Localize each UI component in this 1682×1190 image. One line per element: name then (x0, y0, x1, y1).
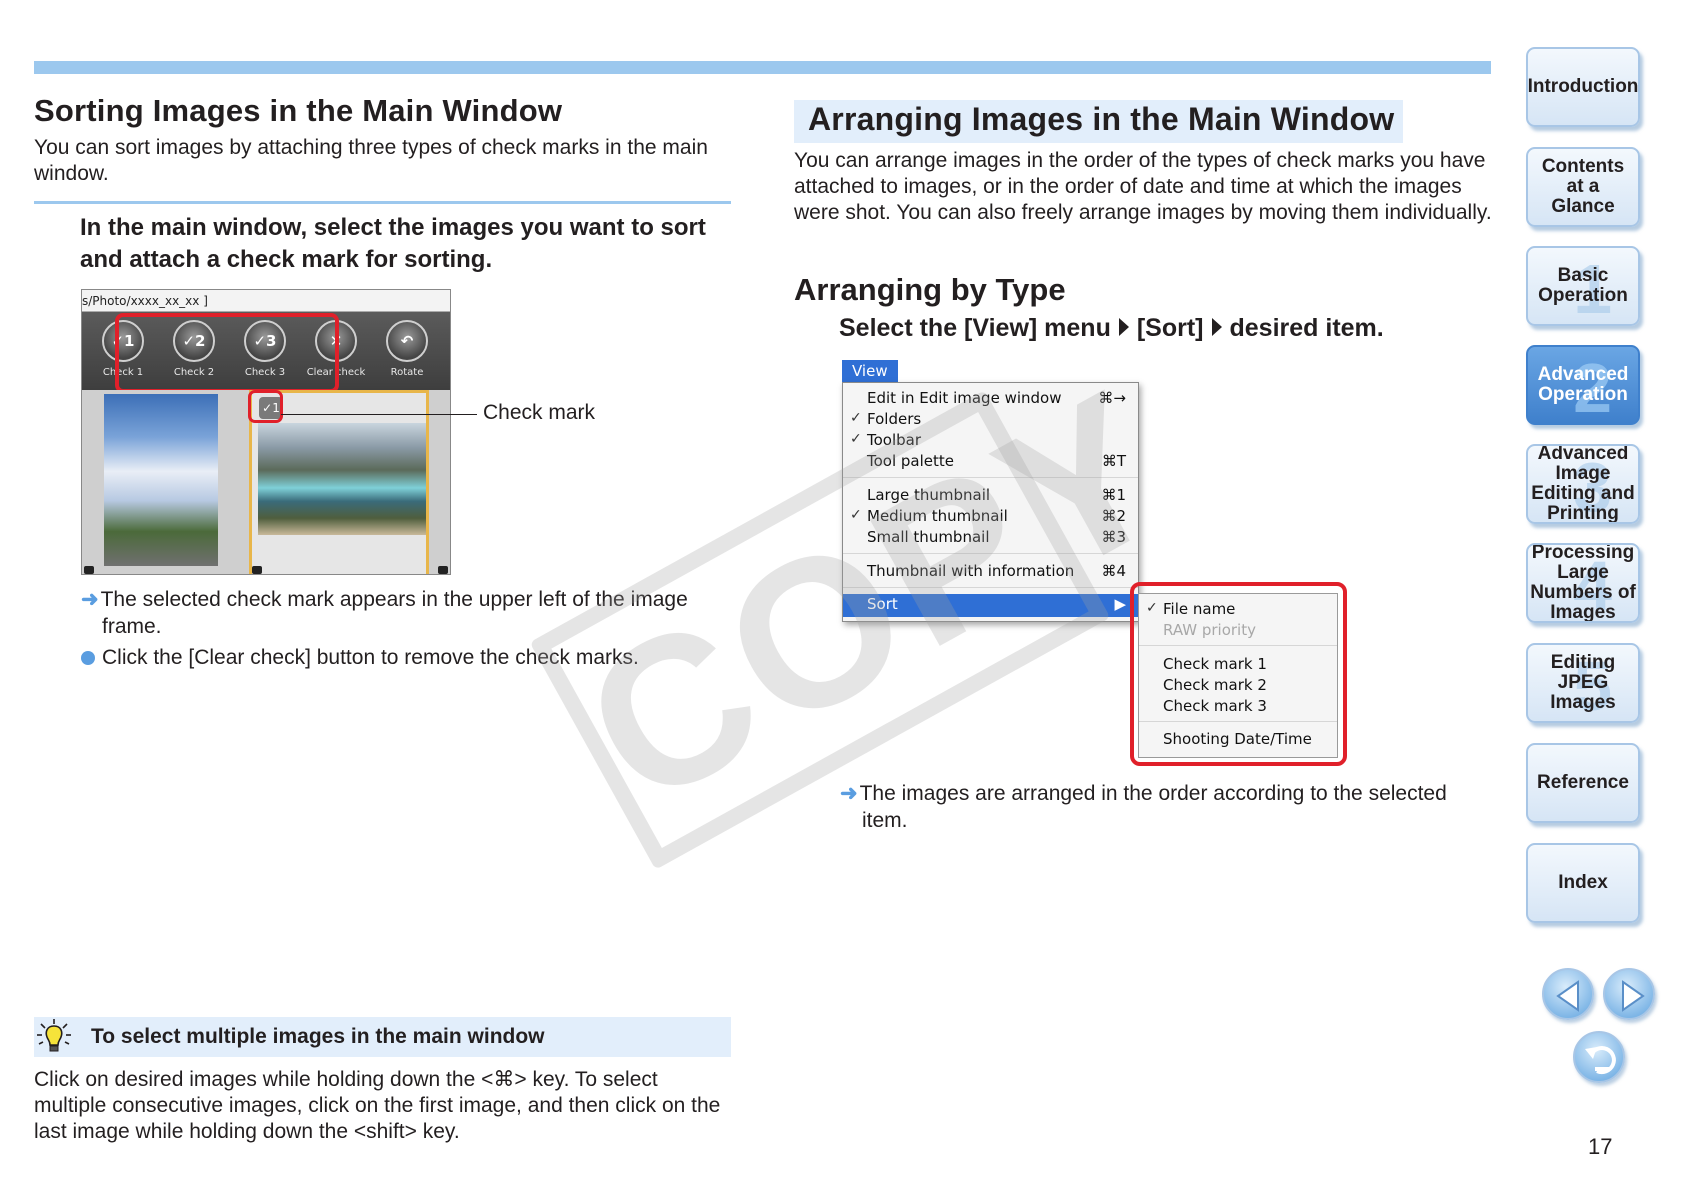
checkmark-icon: ✓ (850, 507, 862, 523)
view-menu: Edit in Edit image window ⌘→ ✓ Folders ✓ To… (842, 382, 1139, 622)
thumbnail-sky-photo (104, 394, 218, 566)
next-page-button[interactable] (1603, 968, 1655, 1020)
lightbulb-icon (37, 1019, 71, 1052)
triangle-right-icon (1118, 318, 1129, 336)
menu-separator (843, 587, 1138, 588)
nav-advanced-image-editing[interactable]: 3 Advanced Image Editing and Printing (1526, 444, 1640, 524)
rotate-icon: ↶ (386, 320, 428, 362)
menu-item-small-thumbnail: Small thumbnail ⌘3 (867, 528, 1126, 546)
menu-item-tool-palette: Tool palette ⌘T (867, 452, 1126, 470)
sorting-intro: You can sort images by attaching three t… (34, 136, 708, 185)
triangle-right-icon (1211, 318, 1222, 336)
menu-separator (843, 477, 1138, 478)
clear-check-note: Click the [Clear check] button to remove… (81, 644, 741, 672)
return-button[interactable] (1573, 1031, 1625, 1083)
menu-item-folders: ✓ Folders (850, 410, 922, 428)
menu-separator (843, 553, 1138, 554)
checkmark-icon: ✓ (850, 431, 862, 447)
nav-reference[interactable]: Reference (1526, 743, 1640, 823)
menu-item-edit-window: Edit in Edit image window ⌘→ (867, 389, 1126, 407)
section-title-sorting: Sorting Images in the Main Window (34, 93, 563, 128)
previous-page-button[interactable] (1542, 968, 1594, 1020)
tip-title: To select multiple images in the main wi… (91, 1025, 545, 1048)
callout-check-mark: Check mark (483, 401, 596, 424)
camera-icon (84, 566, 94, 574)
nav-editing-jpeg[interactable]: 5 Editing JPEG Images (1526, 643, 1640, 723)
arrow-left-icon (1556, 980, 1579, 1012)
section-title-arranging: Arranging Images in the Main Window (808, 101, 1395, 137)
sorting-result: ➜The selected check mark appears in the … (81, 588, 688, 611)
camera-icon (438, 566, 448, 574)
main-window-screenshot: s/Photo/xxxx_xx_xx ] ✓1 Check 1 ✓2 Check… (81, 289, 451, 575)
thumbnail-lake-photo (258, 423, 426, 535)
menu-item-large-thumbnail: Large thumbnail ⌘1 (867, 486, 1126, 504)
view-menu-title: View (842, 360, 898, 383)
check-buttons-highlight (115, 313, 339, 393)
section-divider (34, 201, 731, 204)
subsection-title-by-type: Arranging by Type (794, 272, 1066, 307)
menu-item-toolbar: ✓ Toolbar (850, 431, 922, 449)
callout-line (281, 414, 477, 415)
submenu-arrow-icon: ▶ (1114, 595, 1126, 613)
arrow-right-icon (1622, 980, 1645, 1012)
menu-item-thumbnail-info: Thumbnail with information ⌘4 (867, 562, 1126, 580)
result-arrow-icon: ➜ (81, 588, 99, 611)
bullet-dot-icon (81, 651, 95, 665)
arranging-result-cont: item. (862, 809, 908, 832)
nav-advanced-operation[interactable]: 2 Advanced Operation (1526, 345, 1640, 425)
sorting-result-cont: frame. (102, 615, 162, 638)
return-icon (1585, 1046, 1616, 1075)
checkmark-icon: ✓ (850, 410, 862, 426)
nav-introduction[interactable]: Introduction (1526, 47, 1640, 127)
folder-path: s/Photo/xxxx_xx_xx ] (82, 290, 450, 312)
arranging-step: Select the [View] menu [Sort] desired item… (839, 314, 1384, 342)
result-arrow-icon: ➜ (840, 782, 858, 805)
sorting-step: In the main window, select the images yo… (80, 214, 706, 273)
page-number: 17 (1588, 1134, 1613, 1159)
tip-body: Click on desired images while holding do… (34, 1068, 721, 1143)
menu-item-sort: Sort ▶ (843, 594, 1138, 617)
top-accent-bar (34, 61, 1491, 74)
arranging-result: ➜The images are arranged in the order ac… (840, 782, 1447, 805)
menu-item-medium-thumbnail: ✓ Medium thumbnail ⌘2 (850, 507, 1126, 525)
check-mark-highlight (248, 390, 283, 423)
arranging-intro: You can arrange images in the order of t… (794, 149, 1492, 224)
submenu-highlight (1130, 582, 1347, 766)
camera-icon (252, 566, 262, 574)
nav-contents-at-a-glance[interactable]: Contents at a Glance (1526, 147, 1640, 227)
rotate-button: ↶ Rotate (376, 320, 438, 378)
nav-index[interactable]: Index (1526, 843, 1640, 923)
nav-processing-large-numbers[interactable]: 4 Processing Large Numbers of Images (1526, 543, 1640, 623)
nav-basic-operation[interactable]: 1 Basic Operation (1526, 246, 1640, 326)
